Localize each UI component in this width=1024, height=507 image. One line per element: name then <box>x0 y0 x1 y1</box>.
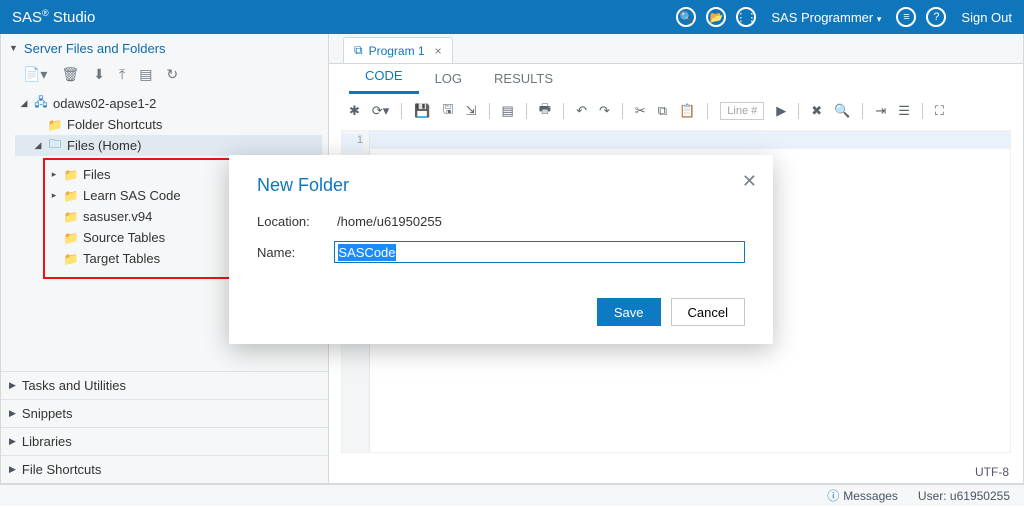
app-title: SAS® Studio <box>12 8 95 26</box>
copy-icon[interactable]: ⧉ <box>658 103 667 119</box>
program-icon: ⧉ <box>354 43 363 58</box>
refresh-icon[interactable]: ↻ <box>166 66 178 83</box>
file-tabstrip: ⧉ Program 1 × <box>329 34 1023 64</box>
folder-icon: 📁 <box>63 168 79 182</box>
tree-label: Files (Home) <box>67 138 141 153</box>
location-label: Location: <box>257 214 337 229</box>
download-icon[interactable]: ⬇ <box>93 66 105 83</box>
editor-subtabs: CODE LOG RESULTS <box>329 64 1023 94</box>
folder-shortcut-icon: 📁 <box>47 118 63 132</box>
redo-icon[interactable]: ↷ <box>599 103 610 119</box>
name-input[interactable]: SASCode <box>334 241 745 263</box>
status-user: User: u61950255 <box>918 489 1010 503</box>
close-tab-icon[interactable]: × <box>435 44 442 58</box>
sidebar-toolbar: 📄▾ 🗑 ⬇ ⤒ ▤ ↻ <box>1 62 328 89</box>
name-input-value: SASCode <box>338 244 395 261</box>
delete-icon[interactable]: 🗑 <box>61 66 79 83</box>
code-line-1[interactable] <box>370 131 1010 149</box>
panel-label: File Shortcuts <box>22 462 101 477</box>
file-tab-label: Program 1 <box>369 44 425 58</box>
tab-code[interactable]: CODE <box>349 62 419 94</box>
tab-log[interactable]: LOG <box>419 65 478 94</box>
panel-snippets[interactable]: ▶Snippets <box>1 399 328 427</box>
panel-server-files[interactable]: ▼ Server Files and Folders <box>1 34 328 62</box>
history-icon[interactable]: ⟳▾ <box>372 103 389 119</box>
panel-label: Snippets <box>22 406 73 421</box>
tree-label: sasuser.v94 <box>83 209 152 224</box>
maximize-icon[interactable]: ⛶ <box>935 103 944 119</box>
save-button[interactable]: Save <box>597 298 661 326</box>
tree-label: Files <box>83 167 110 182</box>
indent-icon[interactable]: ⇥ <box>875 103 886 119</box>
server-icon: 🖧 <box>33 93 49 114</box>
undo-icon[interactable]: ↶ <box>576 103 587 119</box>
options-icon[interactable]: ☰ <box>898 103 910 119</box>
help-icon[interactable]: ? <box>925 6 947 28</box>
tree-label: Source Tables <box>83 230 165 245</box>
panel-label: Tasks and Utilities <box>22 378 126 393</box>
clear-icon[interactable]: ✖ <box>811 103 822 119</box>
top-app-bar: SAS® Studio 🔍 📂 ⋮⋮ SAS Programmer ▾ ≡ ? … <box>0 0 1024 34</box>
panel-title: Server Files and Folders <box>24 41 166 56</box>
gutter-line-1: 1 <box>342 134 363 152</box>
location-value: /home/u61950255 <box>337 214 442 229</box>
sign-out-link[interactable]: Sign Out <box>961 10 1012 25</box>
dialog-close-icon[interactable]: ✕ <box>742 171 757 192</box>
info-icon: ⓘ <box>827 489 839 503</box>
cut-icon[interactable]: ✂ <box>635 103 646 119</box>
saveas-icon[interactable]: 🖫 <box>443 100 454 122</box>
paste-icon[interactable]: 📋 <box>679 103 695 119</box>
tab-results[interactable]: RESULTS <box>478 65 569 94</box>
tree-files-home[interactable]: ◢🗀 Files (Home) <box>15 135 322 156</box>
menu-icon[interactable]: ≡ <box>895 6 917 28</box>
folder-icon: 📁 <box>63 189 79 203</box>
messages-link[interactable]: ⓘMessages <box>827 487 898 504</box>
run-icon[interactable]: ✱ <box>349 103 360 119</box>
panel-label: Libraries <box>22 434 72 449</box>
panel-fileshortcuts[interactable]: ▶File Shortcuts <box>1 455 328 483</box>
properties-icon[interactable]: ▤ <box>139 66 152 83</box>
status-bar: ⓘMessages User: u61950255 <box>0 484 1024 506</box>
file-tab-program1[interactable]: ⧉ Program 1 × <box>343 37 453 63</box>
tree-label: Folder Shortcuts <box>67 117 162 132</box>
editor-toolbar: ✱ ⟳▾ 💾 🖫 ⇲ ▤ 🖶 ↶ ↷ ✂ ⧉ 📋 Line # ▶ ✖ 🔍 ⇥ <box>329 94 1023 130</box>
search-icon[interactable]: 🔍 <box>675 6 697 28</box>
dialog-title: New Folder <box>257 175 745 196</box>
tree-label: Learn SAS Code <box>83 188 181 203</box>
tree-server-node[interactable]: ◢🖧 odaws02-apse1-2 <box>15 93 322 114</box>
export-icon[interactable]: ⇲ <box>466 103 477 119</box>
encoding-label: UTF-8 <box>961 461 1023 483</box>
open-icon[interactable]: 📂 <box>705 6 727 28</box>
play-icon[interactable]: ▶ <box>776 103 786 119</box>
tree-label: odaws02-apse1-2 <box>53 96 156 111</box>
cancel-button[interactable]: Cancel <box>671 298 745 326</box>
find-icon[interactable]: 🔍 <box>834 103 850 119</box>
print-icon[interactable]: 🖶 <box>539 100 551 122</box>
tree-label: Target Tables <box>83 251 160 266</box>
summary-icon[interactable]: ▤ <box>502 103 514 119</box>
new-folder-dialog: ✕ New Folder Location: /home/u61950255 N… <box>229 155 773 344</box>
goto-line-input[interactable]: Line # <box>720 102 764 120</box>
name-label: Name: <box>257 245 334 260</box>
panel-libraries[interactable]: ▶Libraries <box>1 427 328 455</box>
collapse-icon: ▼ <box>9 43 18 53</box>
folder-icon: 📁 <box>63 252 79 266</box>
panel-tasks[interactable]: ▶Tasks and Utilities <box>1 371 328 399</box>
new-icon[interactable]: 📄▾ <box>23 66 47 83</box>
role-dropdown[interactable]: SAS Programmer ▾ <box>771 10 881 25</box>
folder-icon: 📁 <box>63 231 79 245</box>
folder-icon: 📁 <box>63 210 79 224</box>
home-folder-icon: 🗀 <box>47 135 63 156</box>
upload-icon[interactable]: ⤒ <box>119 66 125 83</box>
apps-icon[interactable]: ⋮⋮ <box>735 6 757 28</box>
tree-folder-shortcuts[interactable]: 📁 Folder Shortcuts <box>15 114 322 135</box>
save-icon[interactable]: 💾 <box>414 103 430 119</box>
